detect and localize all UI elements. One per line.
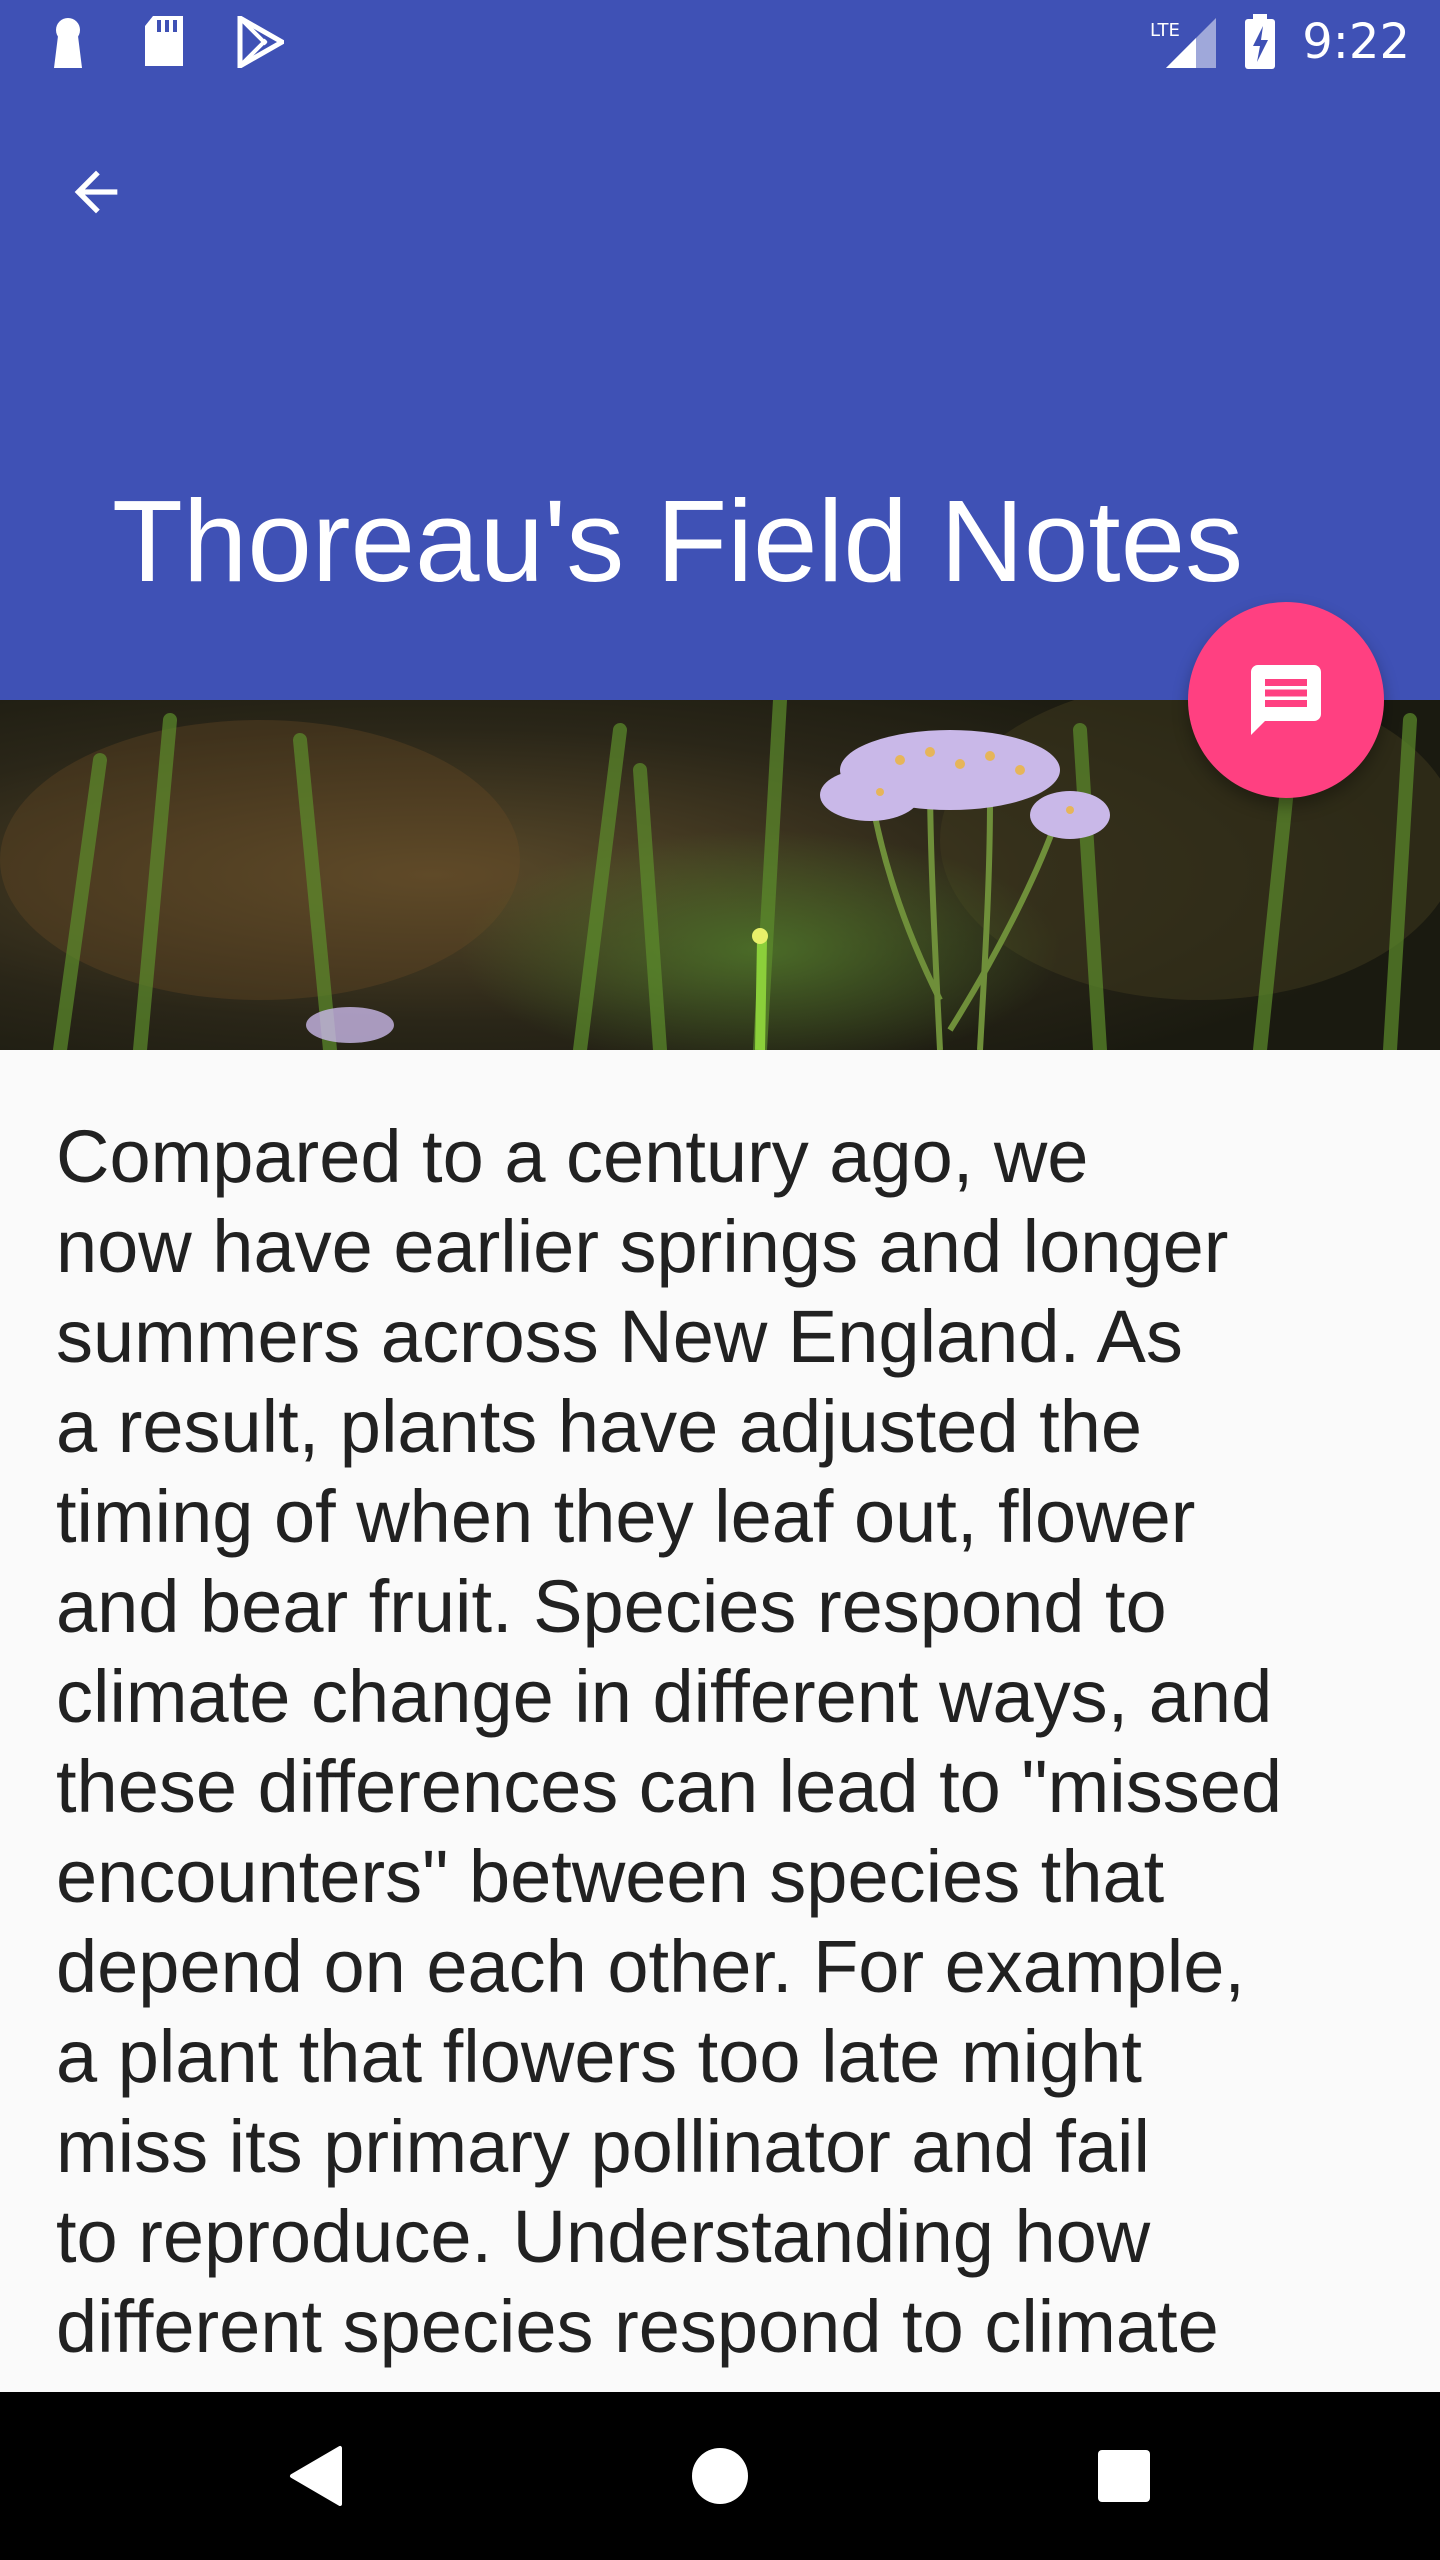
back-button[interactable] [48, 144, 144, 240]
nav-recents-button[interactable] [1084, 2436, 1164, 2516]
app-header: Thoreau's Field Notes [0, 84, 1440, 700]
status-bar: LTE 9:22 [0, 0, 1440, 84]
status-time: 9:22 [1302, 14, 1410, 70]
recents-square-icon [1098, 2450, 1150, 2502]
article-line: timing of when they leaf out, flower [56, 1475, 1196, 1558]
navigation-bar [0, 2392, 1440, 2560]
status-left-icons [40, 14, 288, 70]
status-right-icons: LTE 9:22 [1146, 14, 1410, 70]
article-line: summers across New England. As [56, 1295, 1183, 1378]
message-fab-button[interactable] [1188, 602, 1384, 798]
article-line: and bear fruit. Species respond to [56, 1565, 1167, 1648]
article-line: Compared to a century ago, we [56, 1115, 1089, 1198]
page-title: Thoreau's Field Notes [112, 476, 1244, 606]
article-line: these differences can lead to "missed [56, 1745, 1283, 1828]
article-line: miss its primary pollinator and fail [56, 2105, 1150, 2188]
lte-signal-icon: LTE [1146, 14, 1218, 70]
article-line: climate change in different ways, and [56, 1655, 1273, 1738]
nav-back-button[interactable] [276, 2436, 356, 2516]
article-body: Compared to a century ago, we now have ea… [56, 1112, 1396, 2372]
svg-text:LTE: LTE [1150, 20, 1180, 41]
article-line: depend on each other. For example, [56, 1925, 1245, 2008]
article-line: a plant that flowers too late might [56, 2015, 1142, 2098]
back-triangle-icon [290, 2446, 342, 2506]
home-circle-icon [692, 2448, 748, 2504]
nav-home-button[interactable] [680, 2436, 760, 2516]
article-line: a result, plants have adjusted the [56, 1385, 1143, 1468]
arrow-back-icon [74, 170, 118, 214]
message-icon [1251, 665, 1321, 735]
keyhole-icon [40, 14, 96, 70]
article-line: different species respond to climate [56, 2285, 1219, 2368]
battery-charging-icon [1240, 14, 1280, 70]
article-line: to reproduce. Understanding how [56, 2195, 1151, 2278]
sd-card-icon [136, 14, 192, 70]
play-store-icon [232, 14, 288, 70]
article-line: encounters" between species that [56, 1835, 1165, 1918]
article-line: now have earlier springs and longer [56, 1205, 1229, 1288]
